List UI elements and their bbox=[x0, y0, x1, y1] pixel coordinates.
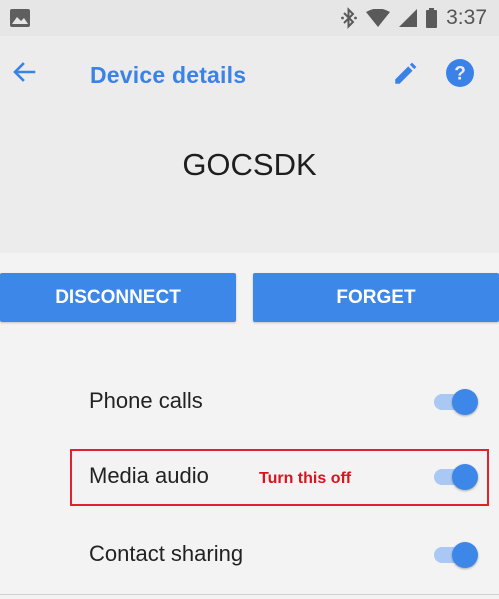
edit-pencil-icon[interactable] bbox=[392, 61, 418, 92]
status-bar: 3:37 bbox=[0, 0, 499, 36]
page-title: Device details bbox=[90, 62, 247, 88]
device-name: GOCSDK bbox=[182, 147, 317, 182]
bottom-divider bbox=[0, 594, 499, 595]
battery-icon bbox=[426, 8, 438, 28]
image-notification-icon bbox=[10, 9, 30, 32]
annotation-text: Turn this off bbox=[259, 470, 352, 487]
phone-calls-toggle[interactable] bbox=[432, 389, 478, 415]
device-details-screen: 3:37 Device details ? GOCSDK DISCONNECT … bbox=[0, 0, 499, 599]
wifi-icon bbox=[366, 9, 391, 27]
toggle-thumb bbox=[452, 389, 478, 415]
status-icons: 3:37 bbox=[341, 6, 487, 30]
contact-sharing-label: Contact sharing bbox=[89, 541, 244, 566]
svg-text:?: ? bbox=[454, 64, 466, 85]
contact-sharing-row[interactable]: Contact sharing bbox=[0, 525, 499, 585]
disconnect-button[interactable]: DISCONNECT bbox=[0, 273, 236, 322]
toggle-thumb bbox=[452, 542, 478, 568]
cellular-signal-icon bbox=[399, 9, 418, 27]
phone-calls-label: Phone calls bbox=[89, 388, 203, 413]
device-header: Device details ? GOCSDK bbox=[0, 36, 499, 253]
back-arrow-icon[interactable] bbox=[12, 60, 36, 89]
contact-sharing-toggle[interactable] bbox=[432, 542, 478, 568]
phone-calls-row[interactable]: Phone calls bbox=[0, 372, 499, 432]
help-icon[interactable]: ? bbox=[445, 58, 475, 93]
bluetooth-icon bbox=[341, 7, 358, 29]
forget-button[interactable]: FORGET bbox=[253, 273, 499, 322]
status-time: 3:37 bbox=[446, 6, 487, 29]
